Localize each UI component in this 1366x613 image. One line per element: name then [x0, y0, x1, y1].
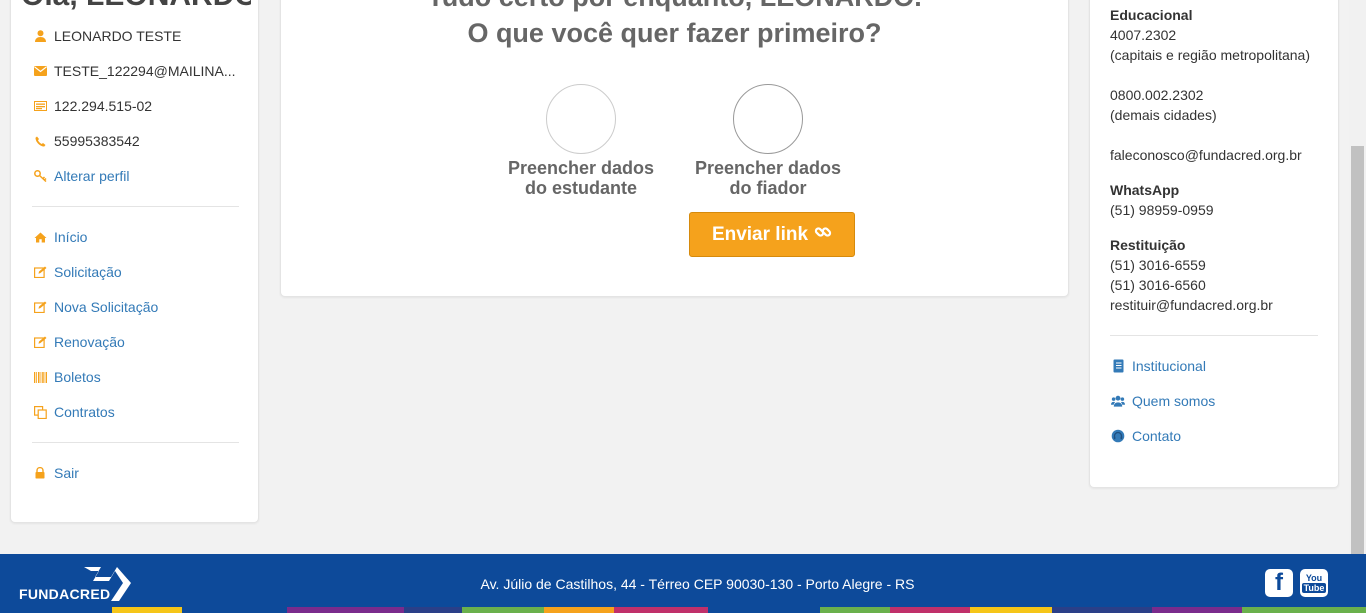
restituicao-phone-1: (51) 3016-6559: [1110, 257, 1206, 273]
headset-icon: [1111, 429, 1125, 443]
profile-name: LEONARDO TESTE: [33, 26, 181, 46]
decorative-stripe: [0, 607, 112, 613]
quem-somos-link[interactable]: Quem somos: [1111, 391, 1215, 411]
divider: [1110, 335, 1318, 336]
whatsapp-title: WhatsApp: [1110, 182, 1180, 198]
headline: Tudo certo por enquanto, LEONARDO.: [280, 0, 1069, 13]
decorative-stripe: [614, 607, 708, 613]
decorative-stripe: [970, 607, 1052, 613]
key-icon: [33, 169, 47, 183]
divider: [32, 442, 239, 443]
facebook-icon[interactable]: f: [1265, 569, 1293, 597]
step-student-label[interactable]: Preencher dados do estudante: [496, 158, 666, 198]
alterar-perfil-link[interactable]: Alterar perfil: [33, 166, 129, 186]
envelope-icon: [33, 64, 47, 78]
greeting: Olá, LEONARDO.: [21, 0, 251, 10]
menu-item-renovacao[interactable]: Renovação: [33, 332, 125, 352]
decorative-stripe: [1152, 607, 1242, 613]
decorative-stripe: [404, 607, 462, 613]
decorative-stripe: [182, 607, 287, 613]
link-icon: [814, 223, 832, 247]
menu-item-solicitacao[interactable]: Solicitação: [33, 262, 122, 282]
decorative-stripe: [1242, 607, 1366, 613]
id-card-icon: [33, 99, 47, 113]
institucional-link[interactable]: Institucional: [1111, 356, 1206, 376]
decorative-stripe: [112, 607, 182, 613]
barcode-icon: [33, 370, 47, 384]
decorative-stripe: [462, 607, 544, 613]
home-icon: [33, 230, 47, 244]
logout-link[interactable]: Sair: [33, 463, 79, 483]
subheadline: O que você quer fazer primeiro?: [467, 18, 882, 48]
contact-section-title: Educacional: [1110, 7, 1193, 23]
contact-phone-1-note: (capitais e região metropolitana): [1110, 47, 1310, 63]
edit-icon: [33, 265, 47, 279]
menu-item-inicio[interactable]: Início: [33, 227, 87, 247]
menu-item-contratos[interactable]: Contratos: [33, 402, 115, 422]
youtube-icon[interactable]: You Tube: [1300, 569, 1328, 597]
send-link-button[interactable]: Enviar link: [689, 212, 855, 257]
menu-item-boletos[interactable]: Boletos: [33, 367, 101, 387]
copy-icon: [33, 405, 47, 419]
footer-address: Av. Júlio de Castilhos, 44 - Térreo CEP …: [480, 576, 915, 592]
step-guarantor-circle[interactable]: [733, 84, 803, 154]
decorative-stripe: [1052, 607, 1152, 613]
contact-phone-1: 4007.2302: [1110, 27, 1177, 43]
contact-phone-2-note: (demais cidades): [1110, 107, 1217, 123]
edit-icon: [33, 335, 47, 349]
scrollbar-thumb[interactable]: [1351, 146, 1364, 554]
restituicao-phone-2: (51) 3016-6560: [1110, 277, 1206, 293]
contato-link[interactable]: Contato: [1111, 426, 1181, 446]
decorative-stripe: [708, 607, 820, 613]
book-icon: [1111, 359, 1125, 373]
user-icon: [33, 29, 47, 43]
users-icon: [1111, 394, 1125, 408]
phone-icon: [33, 134, 47, 148]
profile-phone: 55995383542: [33, 131, 140, 151]
contact-phone-2: 0800.002.2302: [1110, 87, 1204, 103]
profile-cpf: 122.294.515-02: [33, 96, 152, 116]
restituicao-title: Restituição: [1110, 237, 1186, 253]
divider: [32, 206, 239, 207]
decorative-stripe: [890, 607, 970, 613]
decorative-stripe: [544, 607, 614, 613]
lock-icon: [33, 466, 47, 480]
restituicao-email[interactable]: restituir@fundacred.org.br: [1110, 295, 1273, 315]
decorative-stripe: [287, 607, 404, 613]
step-student-circle[interactable]: [546, 84, 616, 154]
contact-email[interactable]: faleconosco@fundacred.org.br: [1110, 145, 1302, 165]
menu-item-nova-solicitacao[interactable]: Nova Solicitação: [33, 297, 158, 317]
decorative-stripe: [820, 607, 890, 613]
edit-icon: [33, 300, 47, 314]
step-guarantor-label[interactable]: Preencher dados do fiador: [683, 158, 853, 198]
whatsapp-number: (51) 98959-0959: [1110, 202, 1214, 218]
profile-email: TESTE_122294@MAILINA...: [33, 61, 236, 81]
